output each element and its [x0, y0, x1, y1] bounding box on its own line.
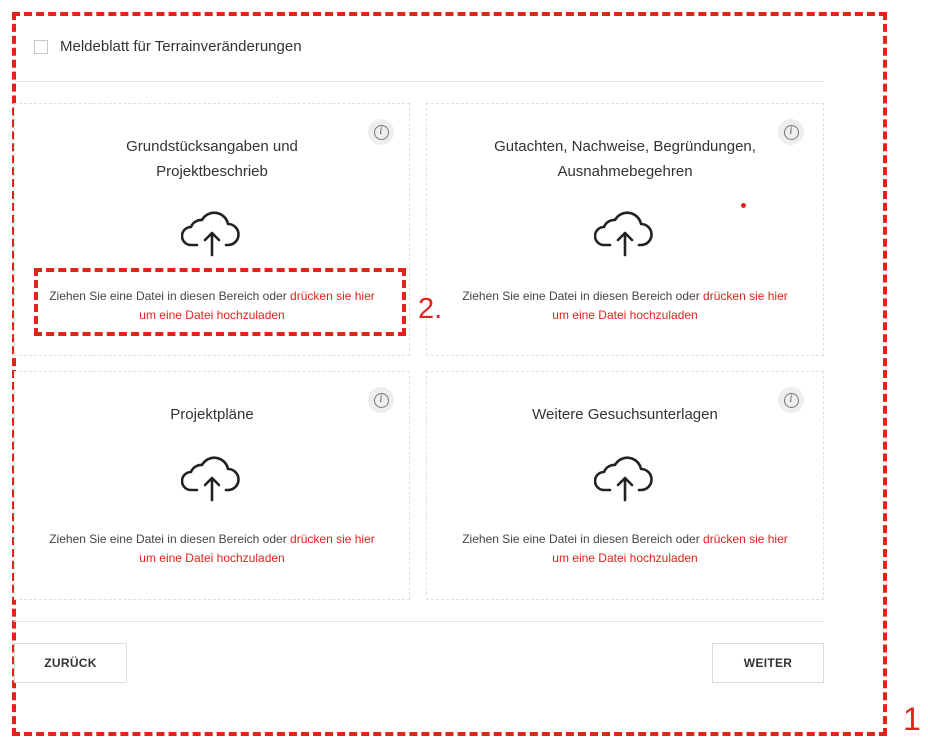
upload-card-title: Weitere Gesuchsunterlagen: [532, 406, 718, 423]
upload-drop-zone-text[interactable]: Ziehen Sie eine Datei in diesen Bereich …: [427, 287, 823, 325]
drop-instruction: Ziehen Sie eine Datei in diesen Bereich …: [462, 289, 704, 303]
info-icon[interactable]: i: [778, 387, 804, 413]
upload-card-weitere[interactable]: Weitere Gesuchsunterlagen i Ziehen Sie e…: [426, 371, 824, 600]
upload-card-title: Grundstücksangaben und Projektbeschrieb: [126, 138, 298, 180]
drop-instruction: Ziehen Sie eine Datei in diesen Bereich …: [49, 532, 291, 546]
cloud-upload-icon[interactable]: [181, 207, 243, 257]
info-icon[interactable]: i: [778, 119, 804, 145]
terrain-form-checkbox[interactable]: [34, 39, 48, 54]
annotation-marker-2: 2.: [418, 293, 443, 325]
annotation-dot: [741, 203, 746, 208]
upload-card-gutachten[interactable]: Gutachten, Nachweise, Begründungen, Ausn…: [426, 103, 824, 356]
divider-top: [14, 81, 824, 82]
cloud-upload-icon[interactable]: [594, 207, 656, 257]
terrain-form-checkbox-row[interactable]: Meldeblatt für Terrainveränderungen: [34, 38, 302, 55]
cloud-upload-icon[interactable]: [594, 452, 656, 502]
upload-drop-zone-text[interactable]: Ziehen Sie eine Datei in diesen Bereich …: [15, 530, 409, 568]
annotation-frame-2: [34, 268, 406, 336]
annotation-marker-1: 1: [903, 701, 921, 737]
divider-bottom: [14, 621, 824, 622]
info-icon[interactable]: i: [368, 119, 394, 145]
next-button[interactable]: WEITER: [712, 643, 824, 683]
info-icon[interactable]: i: [368, 387, 394, 413]
terrain-form-checkbox-label: Meldeblatt für Terrainveränderungen: [60, 38, 302, 55]
cloud-upload-icon[interactable]: [181, 452, 243, 502]
upload-card-projektplaene[interactable]: Projektpläne i Ziehen Sie eine Datei in …: [14, 371, 410, 600]
upload-card-title: Projektpläne: [170, 406, 254, 423]
back-button[interactable]: ZURÜCK: [14, 643, 127, 683]
upload-card-title: Gutachten, Nachweise, Begründungen, Ausn…: [494, 138, 756, 180]
upload-drop-zone-text[interactable]: Ziehen Sie eine Datei in diesen Bereich …: [427, 530, 823, 568]
drop-instruction: Ziehen Sie eine Datei in diesen Bereich …: [462, 532, 704, 546]
